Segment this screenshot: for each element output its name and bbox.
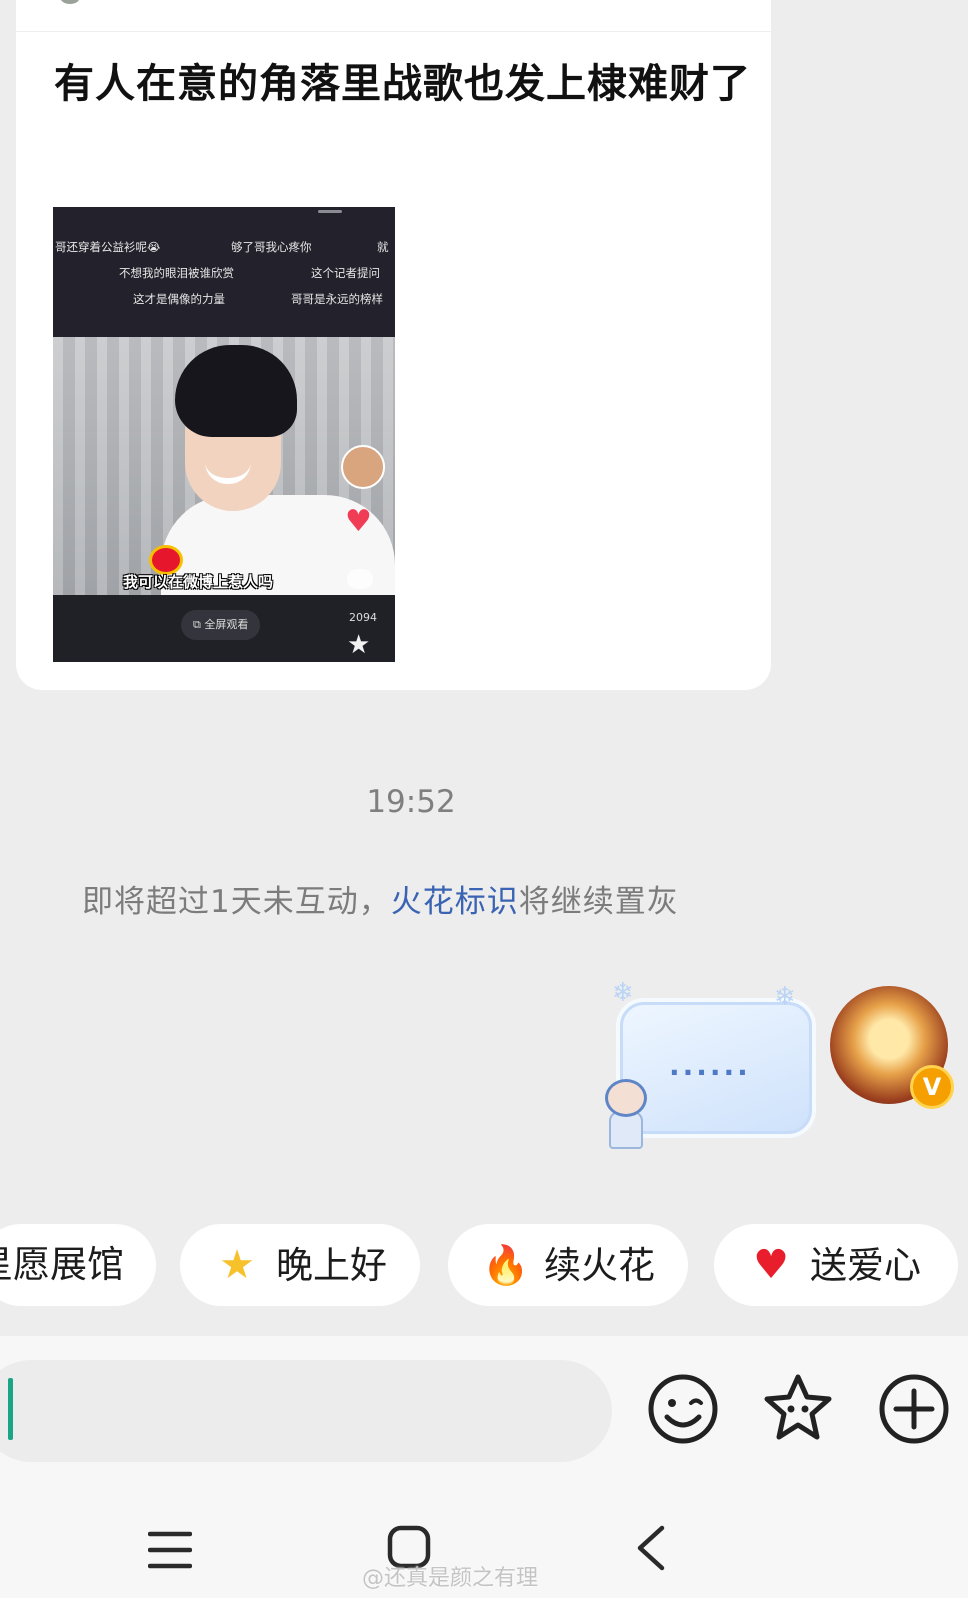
post-author-avatar xyxy=(60,0,80,4)
danmaku-text: 够了哥我心疼你 xyxy=(231,240,312,254)
notice-prefix: 即将超过1天未互动， xyxy=(82,884,391,920)
like-heart-icon[interactable]: ♥ xyxy=(345,507,372,537)
streak-notice: 即将超过1天未互动，火花标识将继续置灰 xyxy=(82,876,679,921)
chip-label: 送爱心 xyxy=(810,1244,921,1287)
danmaku-text: 哥还穿着公益衫呢😭 xyxy=(55,240,161,254)
favorite-star-icon[interactable]: ★ xyxy=(347,631,370,659)
danmaku-text: 这个记者提问 xyxy=(311,266,380,280)
video-top-handle xyxy=(318,210,342,213)
fire-icon: 🔥 xyxy=(482,1243,530,1287)
message-text: ...... xyxy=(669,1049,751,1082)
plus-icon[interactable] xyxy=(876,1371,952,1447)
message-timestamp: 19:52 xyxy=(366,784,456,820)
video-creator-avatar[interactable] xyxy=(341,445,385,489)
comment-count: 2094 xyxy=(349,611,377,624)
bubble-chibi-decoration xyxy=(597,1073,649,1149)
vip-badge: V xyxy=(910,1065,954,1109)
menu-icon[interactable] xyxy=(148,1528,192,1572)
snowflake-icon: ❄ xyxy=(774,982,796,1012)
fullscreen-button[interactable]: ⧉ 全屏观看 xyxy=(181,610,261,640)
spark-badge-link[interactable]: 火花标识 xyxy=(391,884,519,920)
video-bottom-bar: ⧉ 全屏观看 2094 ★ xyxy=(53,595,395,662)
star-face-icon: ★ xyxy=(219,1242,255,1288)
video-subtitle: 我可以在微博上惹人吗 xyxy=(123,573,274,591)
sticker-icon[interactable] xyxy=(760,1371,836,1447)
danmaku-text: 这才是偶像的力量 xyxy=(133,292,225,306)
quick-reply-continue-spark[interactable]: 🔥 续火花 xyxy=(448,1224,688,1306)
card-divider xyxy=(16,31,771,32)
heart-icon: ♥ xyxy=(753,1242,789,1288)
danmaku-text: 不想我的眼泪被谁欣赏 xyxy=(119,266,234,280)
chibi-head xyxy=(605,1079,647,1117)
danmaku-text: 就 xyxy=(377,240,389,254)
danmaku-text: 哥哥是永远的榜样 xyxy=(291,292,383,306)
watermark: @还真是颜之有理 xyxy=(362,1566,539,1591)
text-caret xyxy=(8,1378,13,1440)
message-input[interactable] xyxy=(0,1360,612,1462)
quick-reply-send-heart[interactable]: ♥ 送爱心 xyxy=(714,1224,958,1306)
comment-bubble-icon[interactable] xyxy=(347,569,373,589)
person-hair xyxy=(175,345,297,437)
emoji-icon[interactable] xyxy=(645,1371,721,1447)
back-icon[interactable] xyxy=(634,1524,668,1572)
chip-label: 星愿展馆 xyxy=(0,1243,124,1286)
snowflake-icon: ❄ xyxy=(612,978,634,1008)
chip-label: 续火花 xyxy=(544,1244,655,1287)
video-thumbnail[interactable]: 哥还穿着公益衫呢😭 够了哥我心疼你 就 不想我的眼泪被谁欣赏 这个记者提问 这才… xyxy=(53,207,395,662)
chip-label: 晚上好 xyxy=(276,1244,387,1287)
fullscreen-label: 全屏观看 xyxy=(204,618,249,631)
notice-suffix: 将继续置灰 xyxy=(518,884,679,920)
shared-post-card[interactable]: 有人在意的角落里战歌也发上棣难财了 哥还穿着公益衫呢😭 够了哥我心疼你 就 不想… xyxy=(16,0,771,690)
post-title: 有人在意的角落里战歌也发上棣难财了 xyxy=(54,61,751,107)
quick-reply-good-evening[interactable]: ★ 晚上好 xyxy=(180,1224,420,1306)
quick-reply-wish-museum[interactable]: 星愿展馆 xyxy=(0,1224,156,1306)
